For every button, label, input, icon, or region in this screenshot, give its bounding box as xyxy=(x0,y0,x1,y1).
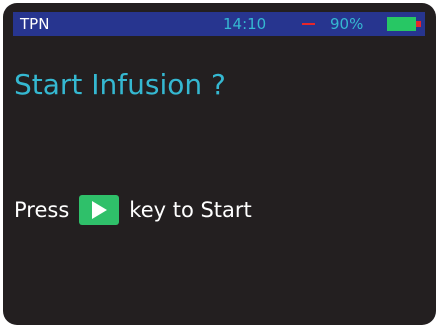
infusion-mode-label: TPN xyxy=(20,15,50,33)
battery-percent: 90% xyxy=(330,15,364,33)
play-icon xyxy=(92,201,108,219)
battery-level-fill xyxy=(387,17,416,31)
prompt-title: Start Infusion ? xyxy=(14,68,226,101)
instruction-prefix: Press xyxy=(14,198,70,222)
infusion-pump-screen: TPN 14:10 90% Start Infusion ? Press key… xyxy=(3,3,436,325)
instruction-suffix: key to Start xyxy=(129,198,252,222)
alarm-dash-icon xyxy=(302,23,315,25)
status-bar: TPN 14:10 90% xyxy=(13,12,425,36)
play-key-button[interactable] xyxy=(79,195,120,225)
clock-time: 14:10 xyxy=(223,15,267,33)
start-instruction: Press key to Start xyxy=(14,195,252,225)
battery-icon xyxy=(387,17,423,31)
battery-cap xyxy=(416,21,421,27)
